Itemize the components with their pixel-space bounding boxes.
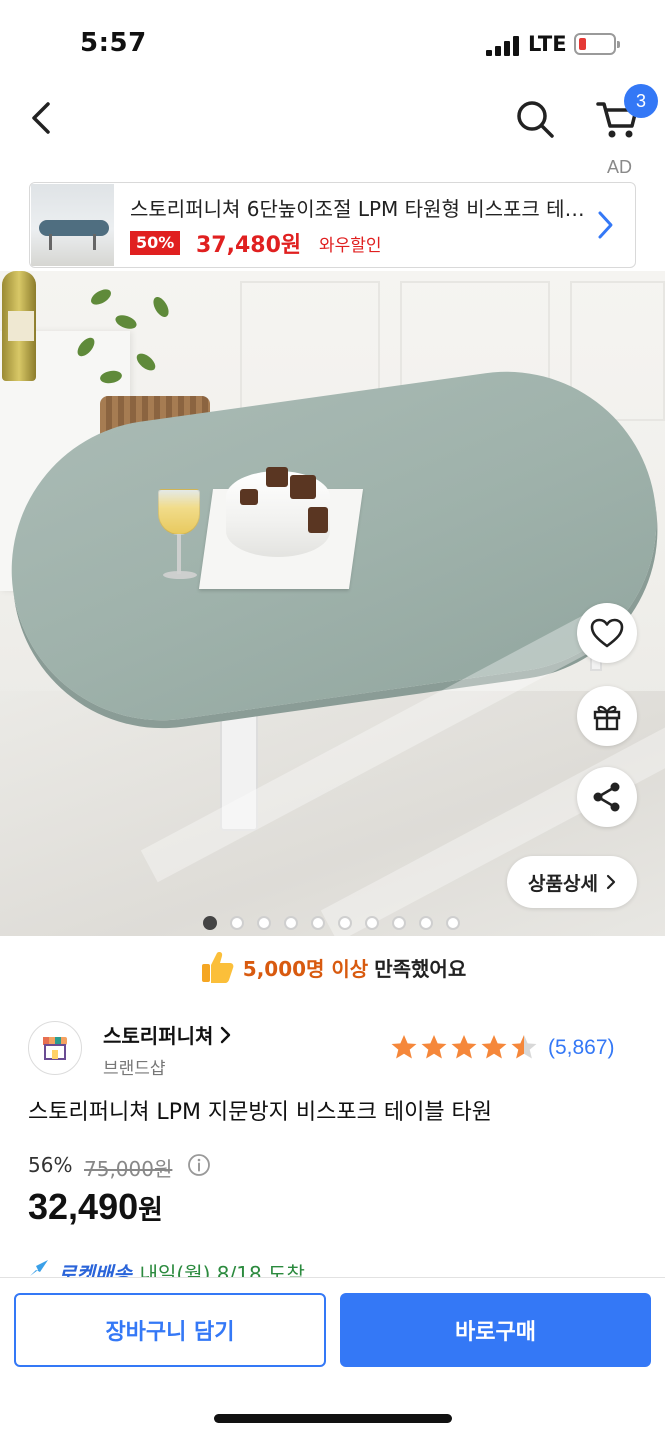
info-icon[interactable] [187,1153,211,1177]
cart-count-badge: 3 [624,84,658,118]
wine-glass-image [158,489,200,535]
pagination-dot[interactable] [311,916,325,930]
back-button[interactable] [22,96,62,140]
search-icon [517,101,554,138]
chevron-right-icon [221,1026,231,1044]
original-price: 75,000원 [84,1157,173,1181]
ad-discount-badge: 50% [130,231,181,255]
thumbs-up-icon [201,952,234,983]
home-indicator[interactable] [214,1414,452,1423]
seller-name: 스토리퍼니쳐 [103,1024,214,1048]
final-price-unit: 원 [138,1195,163,1226]
chevron-right-icon [598,211,613,239]
star-icon [511,1035,537,1059]
ad-thumbnail [31,184,114,266]
final-price: 32,490원 [28,1186,163,1228]
pagination-dot[interactable] [419,916,433,930]
delivery-date: 내일(월) 8/18 도착 [139,1262,305,1278]
product-title: 스토리퍼니쳐 LPM 지문방지 비스포크 테이블 타원 [28,1100,493,1125]
share-button[interactable] [577,767,637,827]
seller-logo[interactable] [28,1021,82,1075]
final-price-number: 32,490 [28,1186,139,1227]
satisfaction-text: 만족했어요 [374,956,467,981]
satisfaction-count: 5,000명 이상 [242,956,369,981]
wishlist-button[interactable] [577,603,637,663]
product-detail-button[interactable]: 상품상세 [507,856,637,908]
product-detail-label: 상품상세 [528,872,598,895]
star-icon [481,1035,507,1059]
network-label: LTE [528,32,567,56]
delivery-info: 로켓배송 내일(월) 8/18 도착 [28,1258,305,1278]
buy-now-button[interactable]: 바로구매 [340,1293,651,1367]
pagination-dot[interactable] [257,916,271,930]
delivery-label: 로켓배송 [58,1262,132,1278]
product-image[interactable] [0,271,665,936]
pagination-dot[interactable] [230,916,244,930]
ad-promo-label: 와우할인 [319,236,382,256]
ad-title: 스토리퍼니쳐 6단높이조절 LPM 타원형 비스포크 테이블 [130,197,585,221]
seller-name-link[interactable]: 스토리퍼니쳐 [103,1020,232,1049]
gift-button[interactable] [577,686,637,746]
gift-icon [593,705,621,731]
star-icon [391,1035,417,1059]
store-icon [43,1037,67,1060]
status-bar: 5:57 LTE [0,0,665,90]
pagination-dot[interactable] [338,916,352,930]
pagination-dot[interactable] [365,916,379,930]
heart-icon [590,618,624,648]
rocket-icon [30,1260,48,1276]
battery-icon [574,33,620,55]
pagination-dot[interactable] [203,916,217,930]
chevron-left-icon [32,102,50,134]
add-to-cart-button[interactable]: 장바구니 담기 [14,1293,326,1367]
seller-type: 브랜드샵 [103,1059,166,1079]
ad-price: 37,480원 [196,233,302,258]
share-icon [593,782,620,812]
signal-icon [486,36,520,56]
wine-bottle-image [2,271,36,381]
pagination-dot[interactable] [284,916,298,930]
search-button[interactable] [512,96,558,142]
ad-label: AD [607,157,633,177]
chevron-right-icon [606,874,616,890]
rating-stars[interactable] [390,1034,538,1060]
star-icon [451,1035,477,1059]
status-time: 5:57 [80,28,147,58]
ad-banner[interactable]: 스토리퍼니쳐 6단높이조절 LPM 타원형 비스포크 테이블 50% 37,48… [29,182,636,268]
review-count[interactable]: (5,867) [548,1036,615,1060]
satisfaction-banner: 5,000명 이상 만족했어요 [0,945,665,989]
gallery-pagination[interactable] [203,916,460,930]
star-icon [421,1035,447,1059]
discount-rate: 56% [28,1153,73,1177]
pagination-dot[interactable] [446,916,460,930]
pagination-dot[interactable] [392,916,406,930]
